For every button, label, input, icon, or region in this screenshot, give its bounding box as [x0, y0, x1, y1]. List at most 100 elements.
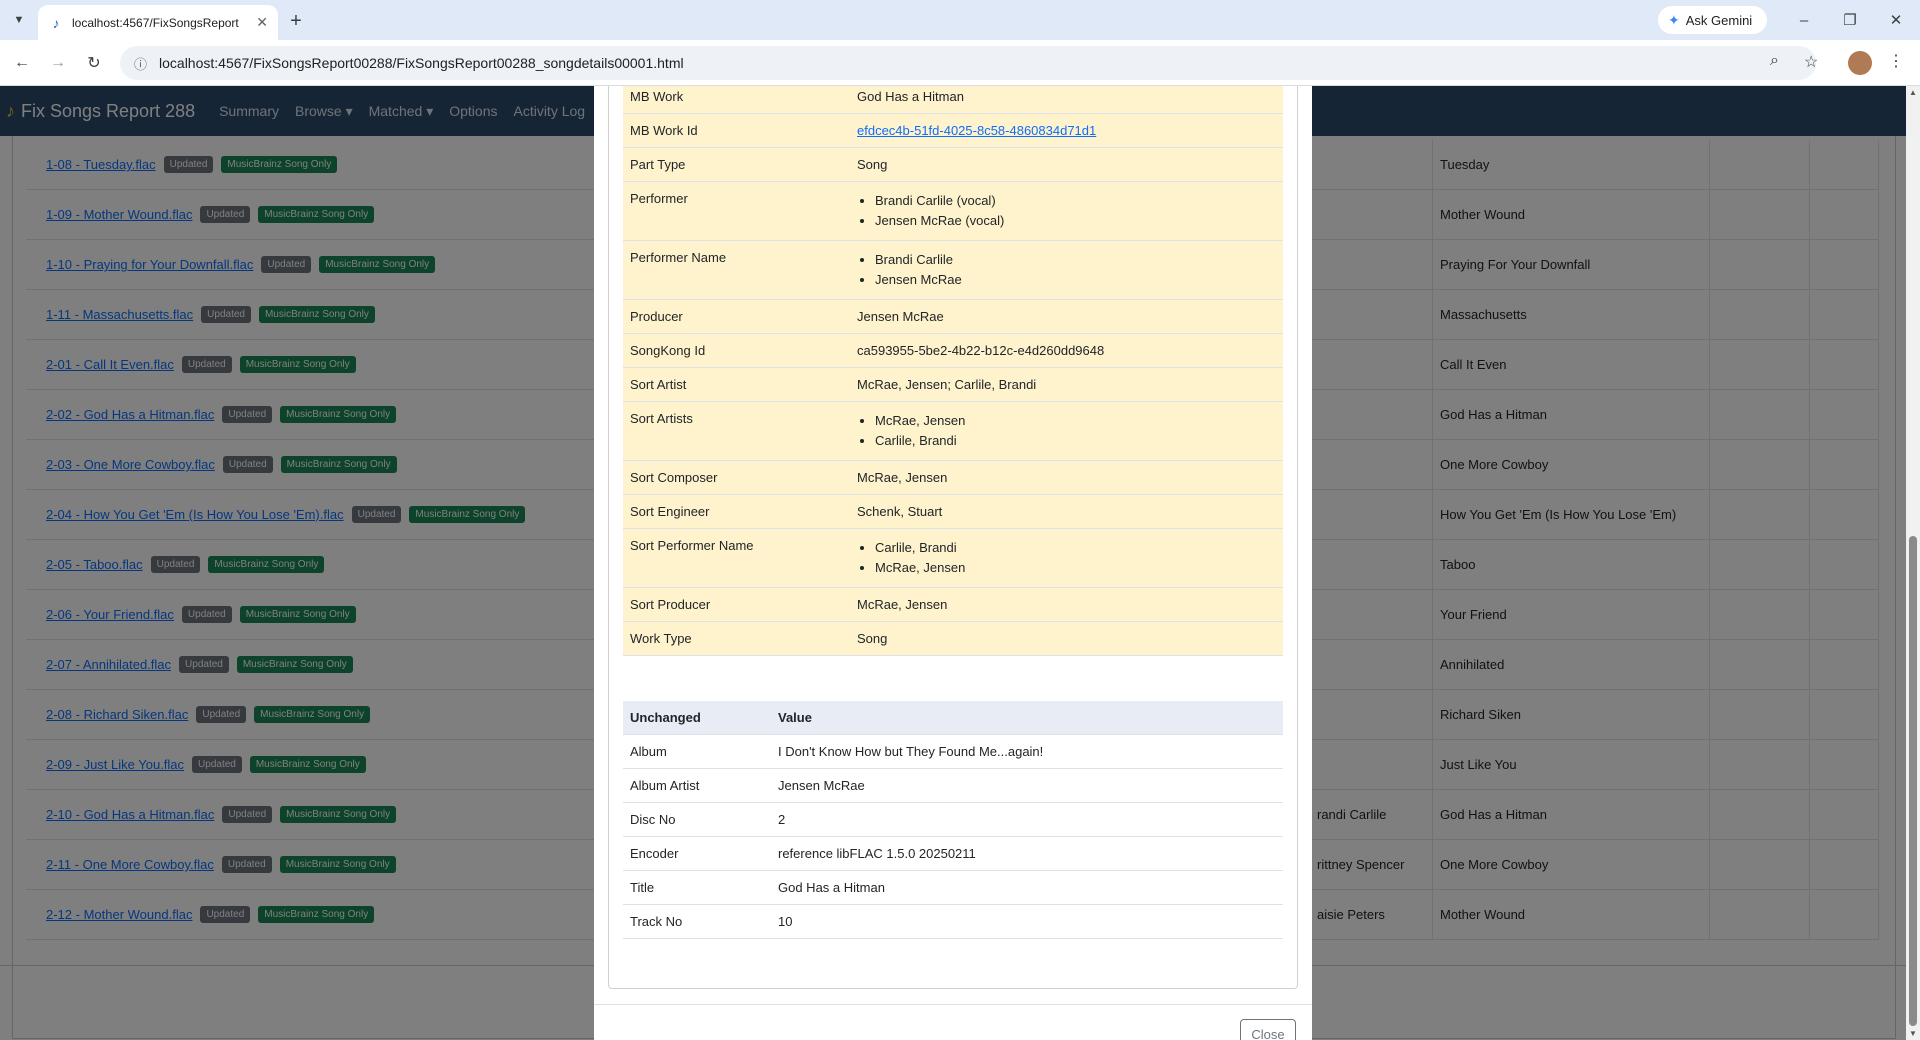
url-text: localhost:4567/FixSongsReport00288/FixSo… — [159, 55, 684, 71]
tab-close-icon[interactable]: ✕ — [256, 14, 268, 31]
site-info-icon[interactable]: ⓘ — [134, 54, 147, 73]
field-key: Performer — [630, 191, 688, 206]
changed-field-row: Sort Composer McRae, Jensen — [623, 461, 1283, 495]
field-key: Producer — [630, 309, 683, 324]
field-value: God Has a Hitman — [778, 880, 885, 895]
value-list: McRae, JensenCarlile, Brandi — [857, 410, 1283, 451]
field-value-cell: McRae, Jensen; Carlile, Brandi — [857, 368, 1283, 401]
field-value: Jensen McRae — [857, 309, 944, 324]
changed-field-row: MB Work Id efdcec4b-51fd-4025-8c58-486083… — [623, 114, 1283, 148]
value-list-item: Jensen McRae (vocal) — [875, 210, 1283, 231]
mb-work-id-link[interactable]: efdcec4b-51fd-4025-8c58-4860834d71d1 — [857, 123, 1096, 138]
field-key: Disc No — [630, 812, 676, 827]
field-key: Part Type — [630, 157, 686, 172]
field-key: Sort Performer Name — [630, 538, 754, 553]
tab-search-chevron-icon[interactable]: ▼ — [8, 9, 30, 31]
new-tab-button[interactable]: + — [284, 9, 308, 33]
changed-field-row: Performer Brandi Carlile (vocal)Jensen Mc… — [623, 182, 1283, 241]
tab-title: localhost:4567/FixSongsReport — [72, 15, 239, 30]
changed-fields-table: MB Work God Has a Hitman MB Work Id efdcec4… — [623, 86, 1283, 656]
unchanged-field-row: Album Artist Jensen McRae — [623, 769, 1283, 803]
ask-gemini-label: Ask Gemini — [1685, 12, 1753, 28]
forward-arrow-icon[interactable]: → — [46, 51, 70, 75]
unchanged-field-row: Track No 10 — [623, 905, 1283, 939]
reload-icon[interactable]: ↻ — [82, 51, 106, 75]
changed-field-row: Performer Name Brandi CarlileJensen McRae — [623, 241, 1283, 300]
value-list-item: Brandi Carlile (vocal) — [875, 190, 1283, 211]
field-value-cell: ca593955-5be2-4b22-b12c-e4d260dd9648 — [857, 334, 1283, 367]
field-key: Work Type — [630, 631, 692, 646]
scroll-down-arrow-icon[interactable]: ▼ — [1909, 1029, 1917, 1038]
value-list-item: McRae, Jensen — [875, 410, 1283, 431]
value-list: Brandi CarlileJensen McRae — [857, 249, 1283, 290]
address-bar[interactable]: ⓘ localhost:4567/FixSongsReport00288/Fix… — [120, 46, 1816, 80]
music-note-icon: ♪ — [52, 14, 60, 31]
changed-field-row: Sort Artist McRae, Jensen; Carlile, Brand… — [623, 368, 1283, 402]
changed-field-row: MB Work God Has a Hitman — [623, 86, 1283, 114]
value-header: Value — [778, 710, 812, 725]
field-value-cell: Carlile, BrandiMcRae, Jensen — [857, 529, 1283, 587]
scrollbar-thumb[interactable] — [1909, 536, 1917, 1026]
field-value: Song — [857, 157, 888, 172]
field-key: Sort Engineer — [630, 504, 710, 519]
changed-field-row: Sort Engineer Schenk, Stuart — [623, 495, 1283, 529]
unchanged-header: Unchanged — [630, 710, 701, 725]
scroll-up-arrow-icon[interactable]: ▲ — [1909, 88, 1917, 97]
zoom-icon[interactable]: ⌕ — [1770, 52, 1779, 70]
field-key: Sort Artist — [630, 377, 687, 392]
changed-field-row: Sort Performer Name Carlile, BrandiMcRae,… — [623, 529, 1283, 588]
browser-tab[interactable]: ♪ localhost:4567/FixSongsReport ✕ — [38, 5, 278, 40]
field-value-cell: Schenk, Stuart — [857, 495, 1283, 528]
value-list-item: Carlile, Brandi — [875, 537, 1283, 558]
field-key: Sort Composer — [630, 470, 718, 485]
field-value-cell: God Has a Hitman — [857, 86, 1283, 113]
window-close-icon[interactable]: ✕ — [1884, 8, 1908, 32]
field-value: ca593955-5be2-4b22-b12c-e4d260dd9648 — [857, 343, 1105, 358]
profile-avatar[interactable] — [1848, 51, 1872, 75]
gemini-sparkle-icon: ✦ — [1668, 11, 1680, 28]
field-key: MB Work Id — [630, 123, 698, 138]
field-key: Album — [630, 744, 667, 759]
song-details-modal: MB Work God Has a Hitman MB Work Id efdcec4… — [594, 86, 1312, 1040]
changed-field-row: Producer Jensen McRae — [623, 300, 1283, 334]
browser-tab-bar: ▼ ♪ localhost:4567/FixSongsReport ✕ + ✦ … — [0, 0, 1920, 40]
ask-gemini-button[interactable]: ✦ Ask Gemini — [1658, 6, 1767, 34]
field-key: Performer Name — [630, 250, 727, 265]
field-value-cell: efdcec4b-51fd-4025-8c58-4860834d71d1 — [857, 114, 1283, 147]
field-value: McRae, Jensen; Carlile, Brandi — [857, 377, 1037, 392]
unchanged-header-row: Unchanged Value — [623, 701, 1283, 735]
unchanged-field-row: Album I Don't Know How but They Found Me.… — [623, 735, 1283, 769]
field-key: Encoder — [630, 846, 679, 861]
back-arrow-icon[interactable]: ← — [10, 51, 34, 75]
changed-field-row: Sort Producer McRae, Jensen — [623, 588, 1283, 622]
bookmark-star-icon[interactable]: ☆ — [1804, 52, 1818, 72]
field-key: MB Work — [630, 89, 684, 104]
field-key: Track No — [630, 914, 683, 929]
field-key: Album Artist — [630, 778, 700, 793]
minimize-icon[interactable]: – — [1792, 8, 1816, 32]
browser-menu-icon[interactable]: ⋮ — [1888, 51, 1904, 71]
field-value: McRae, Jensen — [857, 597, 948, 612]
field-value-cell: Song — [857, 622, 1283, 655]
field-value: God Has a Hitman — [857, 89, 964, 104]
changed-field-row: SongKong Id ca593955-5be2-4b22-b12c-e4d26… — [623, 334, 1283, 368]
field-value-cell: Brandi Carlile (vocal)Jensen McRae (voca… — [857, 182, 1283, 240]
page-scrollbar[interactable]: ▲ ▼ — [1906, 86, 1920, 1040]
field-value: I Don't Know How but They Found Me...aga… — [778, 744, 1044, 759]
unchanged-fields-table: Unchanged Value Album I Don't Know How bu… — [623, 701, 1283, 939]
unchanged-field-row: Encoder reference libFLAC 1.5.0 20250211 — [623, 837, 1283, 871]
restore-icon[interactable]: ❐ — [1838, 8, 1862, 32]
value-list-item: Jensen McRae — [875, 269, 1283, 290]
unchanged-field-row: Disc No 2 — [623, 803, 1283, 837]
field-value: Schenk, Stuart — [857, 504, 943, 519]
field-value-cell: McRae, JensenCarlile, Brandi — [857, 402, 1283, 460]
browser-toolbar: ← → ↻ ⓘ localhost:4567/FixSongsReport002… — [0, 40, 1920, 86]
changed-field-row: Part Type Song — [623, 148, 1283, 182]
field-value: McRae, Jensen — [857, 470, 948, 485]
changed-field-row: Sort Artists McRae, JensenCarlile, Brandi — [623, 402, 1283, 461]
value-list-item: Carlile, Brandi — [875, 430, 1283, 451]
close-button[interactable]: Close — [1240, 1019, 1296, 1040]
field-value: 2 — [778, 812, 786, 827]
value-list-item: Brandi Carlile — [875, 249, 1283, 270]
modal-footer: Close — [594, 1004, 1312, 1040]
